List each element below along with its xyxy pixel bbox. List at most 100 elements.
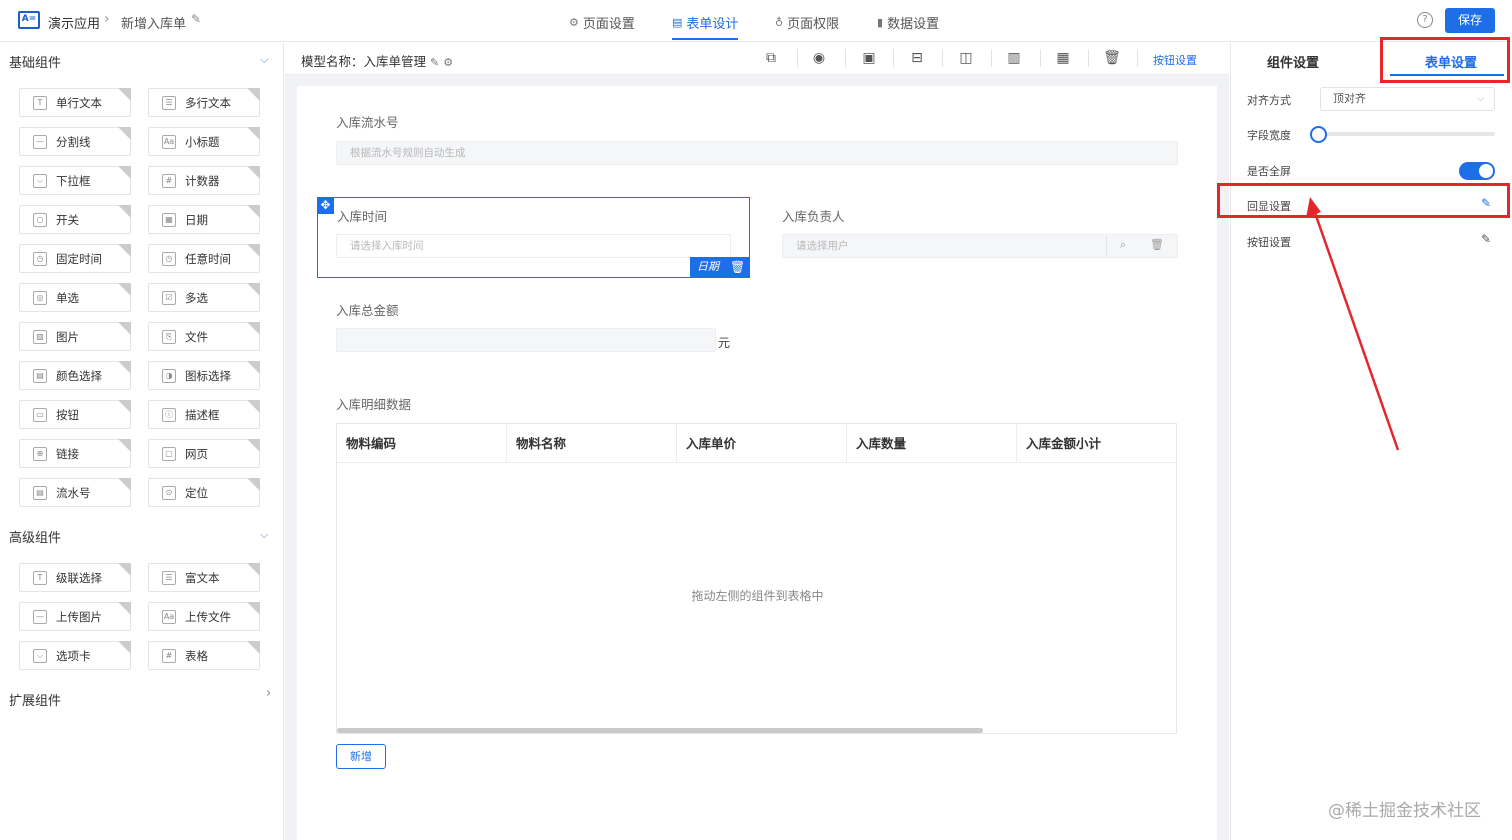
palette-item[interactable]: — 分割线 (19, 127, 131, 156)
top-bar (0, 0, 1512, 42)
layout-3col-icon[interactable]: ▥ (1005, 50, 1023, 66)
palette-item[interactable]: ▦ 日期 (148, 205, 260, 234)
palette-item[interactable]: ◑ 图标选择 (148, 361, 260, 390)
fullscreen-toggle[interactable] (1459, 162, 1495, 180)
palette-item[interactable]: ⎘ 文件 (148, 322, 260, 351)
annotation-highlight-box (1217, 183, 1510, 218)
link-icon[interactable]: ⧉ (762, 50, 780, 66)
tab-data-settings[interactable]: ▮ 数据设置 (877, 13, 939, 32)
component-type-icon: ☑ (162, 290, 176, 305)
add-row-button[interactable]: 新增 (336, 744, 386, 769)
advanced-components-title[interactable]: 高级组件 (9, 527, 61, 546)
palette-item-label: 单行文本 (56, 95, 102, 110)
app-logo-icon[interactable]: A= (18, 11, 40, 29)
chevron-down-icon[interactable]: ⌵ (260, 528, 268, 542)
palette-item-label: 多行文本 (185, 95, 231, 110)
clear-icon[interactable]: 🗑 (1150, 238, 1164, 251)
palette-item[interactable]: — 上传图片 (19, 602, 131, 631)
palette-item[interactable]: ⌵ 下拉框 (19, 166, 131, 195)
save-button[interactable]: 保存 (1445, 8, 1495, 33)
field-divider (1106, 236, 1107, 258)
tab-form-design[interactable]: ▤ 表单设计 (672, 13, 738, 32)
palette-item[interactable]: ☰ 多行文本 (148, 88, 260, 117)
component-type-icon: ▢ (162, 446, 176, 461)
chevron-down-icon[interactable]: ⌵ (260, 53, 268, 67)
drag-corner-icon (118, 641, 131, 654)
app-name[interactable]: 演示应用 (48, 13, 100, 32)
extension-components-title[interactable]: 扩展组件 (9, 690, 61, 709)
layout-1-icon[interactable]: ▣ (860, 50, 878, 66)
palette-item[interactable]: ◷ 固定时间 (19, 244, 131, 273)
search-icon[interactable]: ⌕ (1120, 238, 1126, 252)
drag-corner-icon (118, 127, 131, 140)
palette-item-label: 单选 (56, 290, 79, 305)
bar-chart-icon: ▮ (877, 16, 884, 29)
palette-item-label: 按钮 (56, 407, 79, 422)
drag-corner-icon (118, 400, 131, 413)
palette-item[interactable]: T 级联选择 (19, 563, 131, 592)
component-type-icon: ▭ (33, 407, 47, 422)
palette-item[interactable]: ▤ 流水号 (19, 478, 131, 507)
eye-icon[interactable]: ◉ (810, 50, 828, 66)
inbound-time-field[interactable]: 请选择入库时间 (336, 234, 731, 258)
chevron-right-icon[interactable]: › (266, 686, 271, 701)
serial-number-field[interactable]: 根据流水号规则自动生成 (336, 141, 1178, 165)
palette-item[interactable]: ⊙ 定位 (148, 478, 260, 507)
horizontal-scrollbar[interactable] (337, 728, 983, 733)
palette-item[interactable]: ☰ 富文本 (148, 563, 260, 592)
detail-data-label: 入库明细数据 (336, 397, 412, 412)
component-type-icon: ☰ (162, 95, 176, 110)
drag-corner-icon (247, 322, 260, 335)
delete-field-icon[interactable]: 🗑 (730, 260, 745, 274)
table-header-cell: 入库金额小计 (1017, 424, 1176, 463)
slider-handle[interactable] (1310, 126, 1327, 143)
drag-corner-icon (247, 88, 260, 101)
palette-item[interactable]: Aa 小标题 (148, 127, 260, 156)
help-icon[interactable]: ? (1417, 12, 1433, 28)
palette-item[interactable]: ▨ 图片 (19, 322, 131, 351)
palette-item[interactable]: ▭ 按钮 (19, 400, 131, 429)
palette-item[interactable]: ◎ 单选 (19, 283, 131, 312)
palette-item[interactable]: ⊕ 链接 (19, 439, 131, 468)
palette-item[interactable]: # 计数器 (148, 166, 260, 195)
button-settings-link[interactable]: 按钮设置 (1153, 52, 1197, 68)
align-select[interactable]: 顶对齐 ⌵ (1320, 87, 1495, 111)
detail-table: 物料编码 物料名称 入库单价 入库数量 入库金额小计 拖动左侧的组件到表格中 (336, 423, 1177, 734)
edit-page-name-icon[interactable]: ✎ (191, 12, 201, 26)
layout-row-icon[interactable]: ⊟ (908, 50, 926, 66)
field-width-label: 字段宽度 (1247, 129, 1291, 142)
palette-item[interactable]: # 表格 (148, 641, 260, 670)
palette-item[interactable]: ☑ 多选 (148, 283, 260, 312)
drag-corner-icon (247, 563, 260, 576)
palette-item-label: 上传文件 (185, 609, 231, 624)
palette-item[interactable]: Aa 上传文件 (148, 602, 260, 631)
trash-icon[interactable]: 🗑 (1103, 50, 1121, 66)
component-type-icon: ☰ (162, 570, 176, 585)
tab-page-settings[interactable]: ⚙ 页面设置 (569, 13, 635, 32)
component-type-icon: ▤ (33, 368, 47, 383)
table-header-cell: 物料编码 (337, 424, 507, 463)
edit-icon[interactable]: ✎ (430, 56, 439, 69)
palette-item-label: 开关 (56, 212, 79, 227)
layout-2col-icon[interactable]: ◫ (957, 50, 975, 66)
layout-4col-icon[interactable]: ▦ (1054, 50, 1072, 66)
owner-field[interactable]: 请选择用户 (782, 234, 1178, 258)
palette-item[interactable]: T 单行文本 (19, 88, 131, 117)
settings-icon[interactable]: ⚙ (443, 56, 453, 69)
move-handle-icon[interactable]: ✥ (317, 197, 334, 214)
palette-item[interactable]: ⓘ 描述框 (148, 400, 260, 429)
component-type-icon: ⊕ (33, 446, 47, 461)
total-amount-field[interactable] (336, 328, 716, 352)
palette-item[interactable]: ▤ 颜色选择 (19, 361, 131, 390)
basic-components-title[interactable]: 基础组件 (9, 52, 61, 71)
palette-item[interactable]: ▢ 网页 (148, 439, 260, 468)
button-settings-label: 按钮设置 (1247, 236, 1291, 249)
toolbar-divider (942, 49, 943, 67)
palette-item[interactable]: ◷ 任意时间 (148, 244, 260, 273)
tab-page-permissions[interactable]: ♁ 页面权限 (775, 13, 839, 32)
palette-item[interactable]: ○ 开关 (19, 205, 131, 234)
palette-item[interactable]: ⌵ 选项卡 (19, 641, 131, 670)
field-width-slider[interactable] (1320, 132, 1495, 136)
tab-component-settings[interactable]: 组件设置 (1267, 52, 1319, 71)
button-edit-icon[interactable]: ✎ (1481, 232, 1491, 246)
